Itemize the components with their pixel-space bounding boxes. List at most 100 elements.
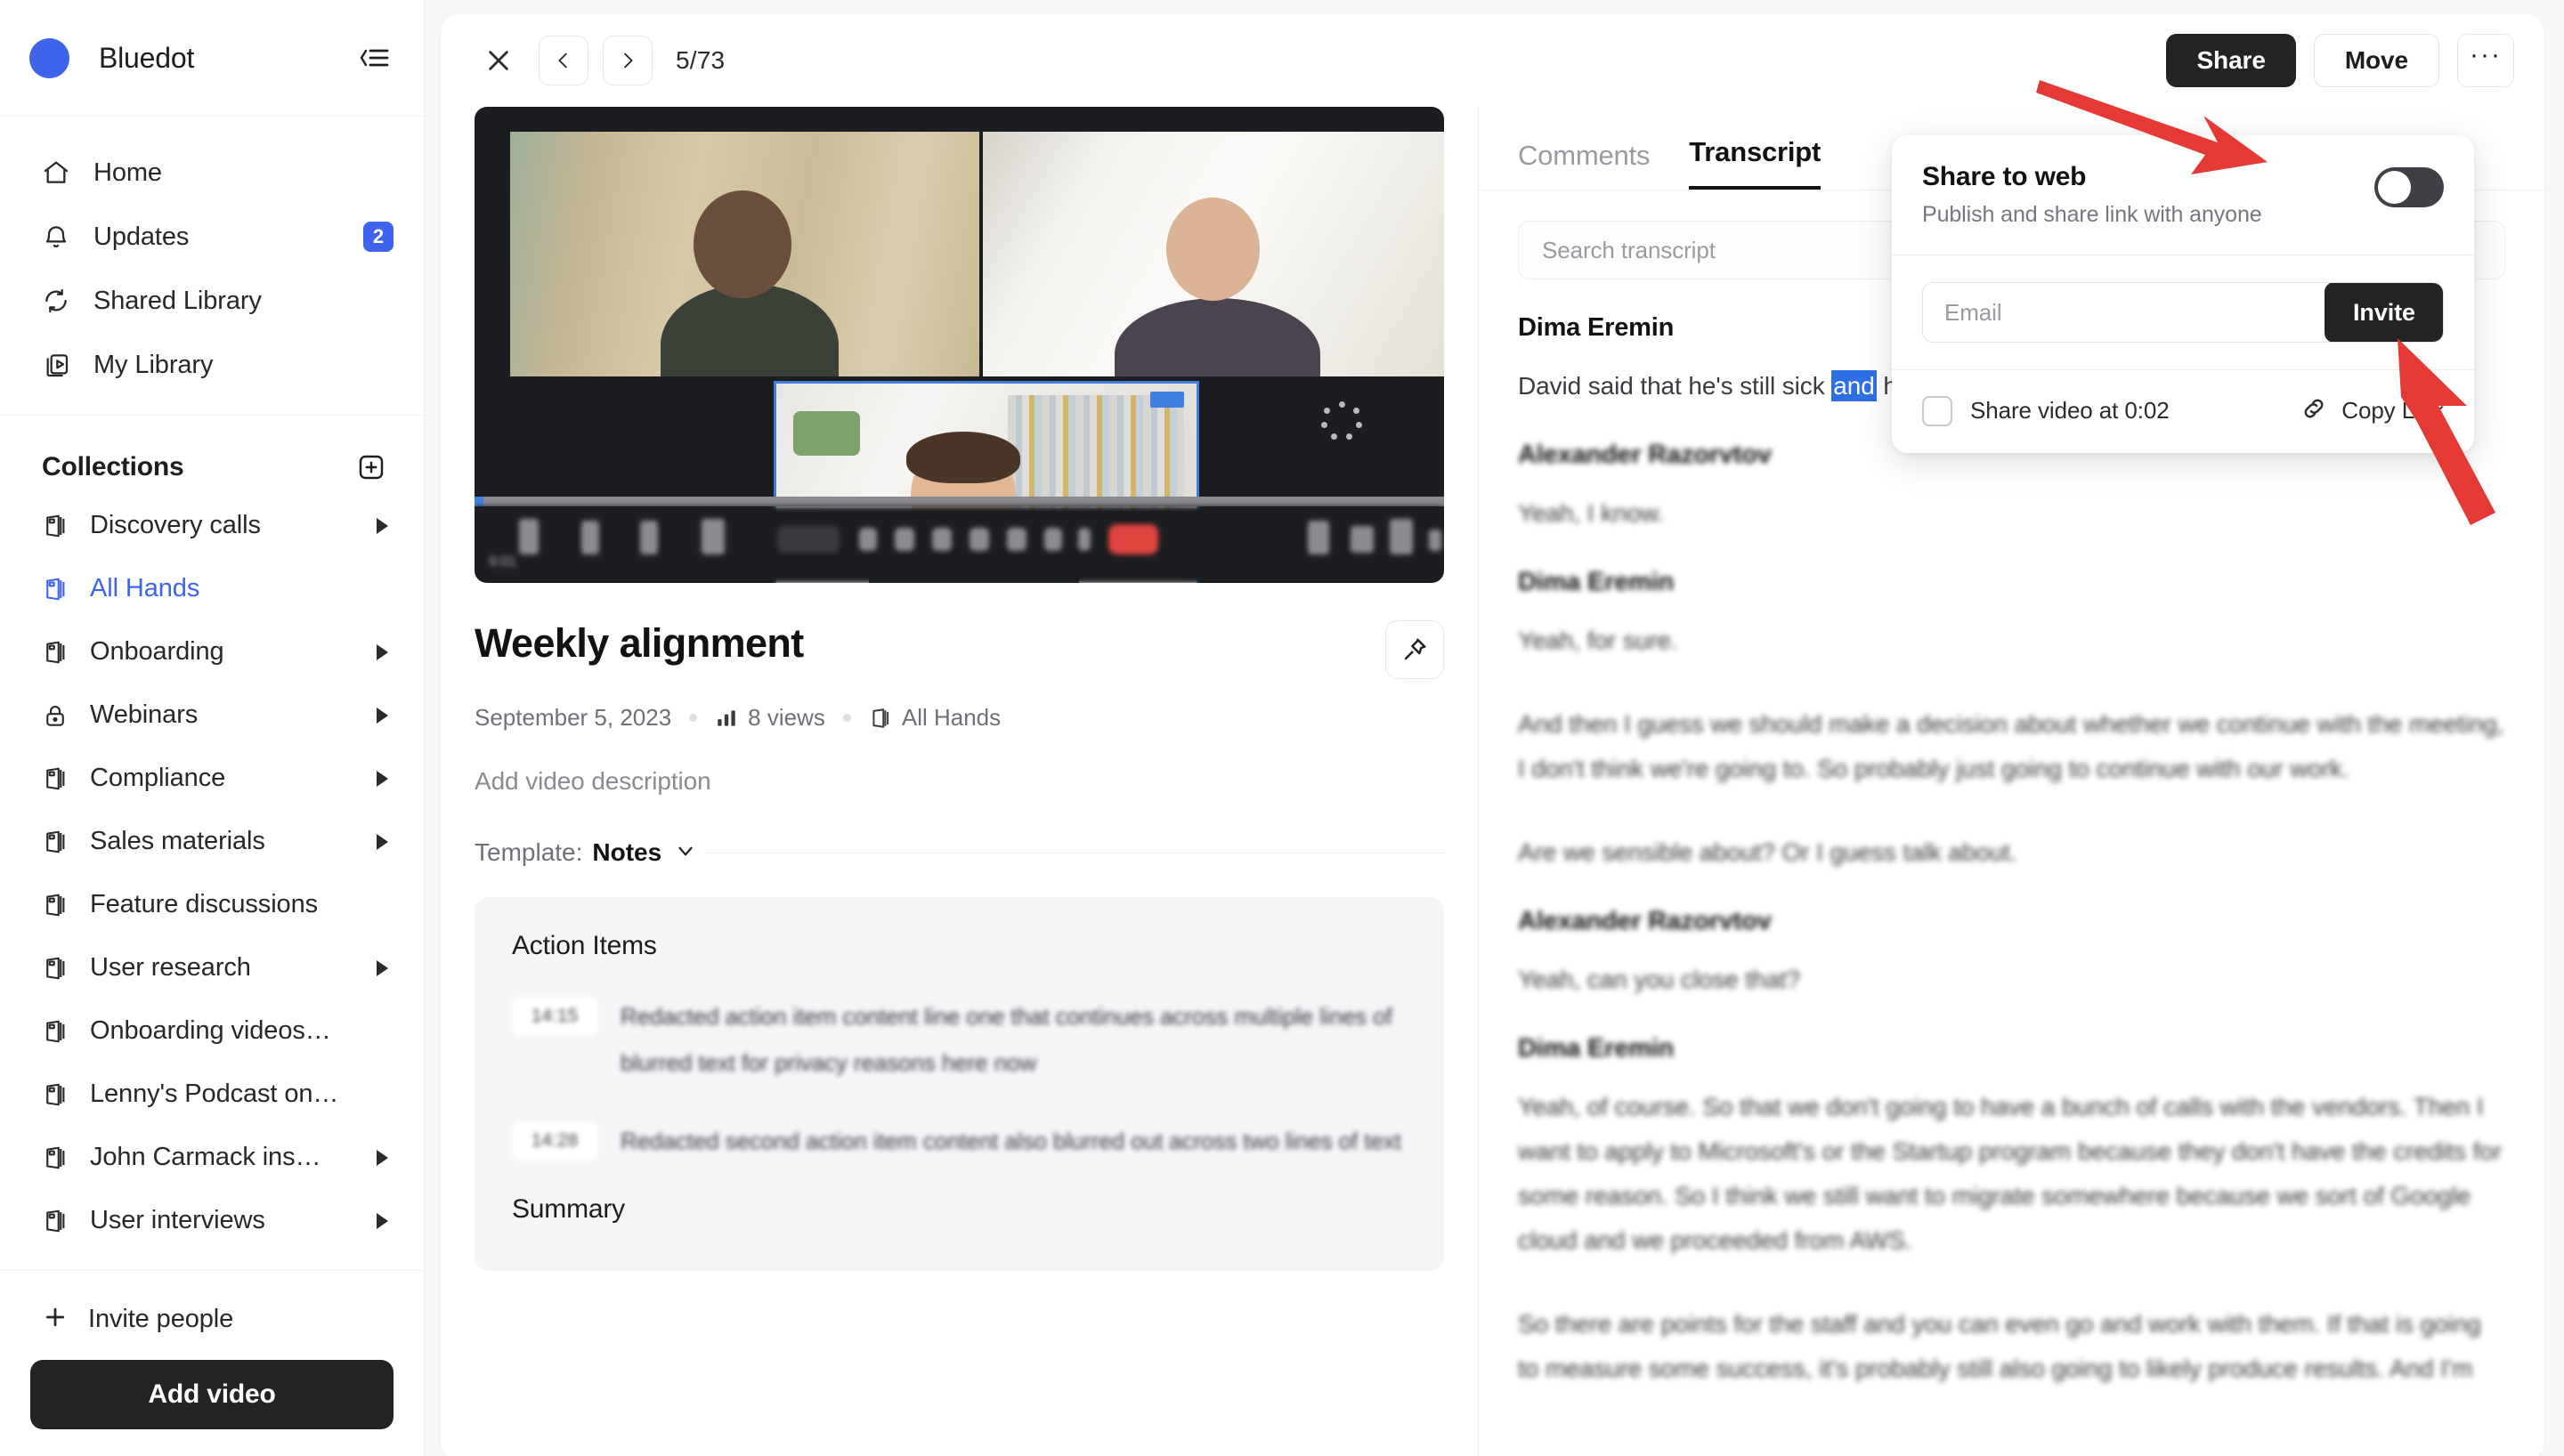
sidebar-item-shared-library[interactable]: Shared Library [0, 269, 424, 333]
action-item-timestamp[interactable]: 14:15 [512, 997, 597, 1036]
chevron-right-icon[interactable] [377, 771, 388, 787]
add-video-button[interactable]: Add video [30, 1360, 394, 1429]
share-button[interactable]: Share [2166, 34, 2295, 87]
collection-item-john-carmack[interactable]: John Carmack ins… [0, 1126, 424, 1189]
transcript-list[interactable]: Dima Eremin David said that he's still s… [1479, 279, 2544, 1456]
share-video-at-checkbox[interactable] [1922, 396, 1952, 426]
collection-item-all-hands[interactable]: All Hands [0, 557, 424, 620]
home-icon [42, 158, 77, 187]
action-item-timestamp[interactable]: 14:28 [512, 1121, 597, 1161]
video-description-input[interactable]: Add video description [475, 767, 1444, 796]
link-icon [2300, 395, 2327, 426]
collection-item-label: Onboarding videos… [90, 1016, 388, 1046]
collection-item-user-interviews[interactable]: User interviews [0, 1189, 424, 1252]
video-progress-bar[interactable] [475, 497, 1444, 506]
sidebar-footer: Invite people Add video [0, 1271, 424, 1456]
sidebar-nav: Home Updates 2 Shared Library My Librar [0, 117, 424, 416]
chevron-right-icon[interactable] [377, 644, 388, 660]
content-topbar: 5/73 Share Move ··· [441, 14, 2544, 107]
video-library-icon [42, 351, 77, 379]
chevron-right-icon[interactable] [377, 834, 388, 850]
email-field[interactable]: Email [1923, 283, 2325, 342]
video-date: September 5, 2023 [475, 704, 671, 732]
sidebar-item-home[interactable]: Home [0, 141, 424, 205]
collections-title: Collections [42, 452, 354, 482]
share-to-web-subtitle: Publish and share link with anyone [1922, 202, 2374, 228]
collection-item-label: All Hands [90, 574, 388, 603]
tab-comments[interactable]: Comments [1518, 140, 1650, 190]
template-label: Template: [475, 838, 582, 867]
collapse-sidebar-icon[interactable] [354, 42, 394, 74]
sidebar-brand: Bluedot [0, 0, 424, 117]
collection-item-feature-discussions[interactable]: Feature discussions [0, 873, 424, 936]
transcript-highlight: and [1831, 370, 1876, 401]
transcript-line: Yeah, of course. So that we don't going … [1518, 1085, 2505, 1263]
collection-item-discovery-calls[interactable]: Discovery calls [0, 494, 424, 557]
video-collection: All Hands [902, 704, 1001, 732]
chevron-right-icon[interactable] [377, 960, 388, 976]
collection-item-user-research[interactable]: User research [0, 936, 424, 999]
share-to-web-toggle[interactable] [2374, 167, 2444, 207]
collection-icon [42, 639, 72, 666]
collection-icon [42, 892, 72, 918]
collection-icon [42, 513, 72, 539]
collection-icon [42, 1018, 72, 1045]
tab-transcript[interactable]: Transcript [1689, 136, 1821, 190]
plus-box-icon[interactable] [354, 450, 388, 484]
action-item[interactable]: 14:15 Redacted action item content line … [512, 993, 1407, 1086]
transcript-line: And then I guess we should make a decisi… [1518, 702, 2505, 791]
sidebar-item-updates[interactable]: Updates 2 [0, 205, 424, 269]
invite-button[interactable]: Invite [2325, 282, 2444, 343]
move-button[interactable]: Move [2314, 34, 2439, 87]
video-metadata: September 5, 2023 8 views All Hands [475, 704, 1444, 732]
invite-people-button[interactable]: Invite people [30, 1290, 394, 1347]
copy-link-button[interactable]: Copy Link [2300, 395, 2444, 426]
collection-item-onboarding[interactable]: Onboarding [0, 620, 424, 684]
video-title-row: Weekly alignment [475, 620, 1444, 679]
share-to-web-section: Share to web Publish and share link with… [1892, 135, 2474, 255]
sidebar-item-my-library[interactable]: My Library [0, 333, 424, 397]
app-root: Bluedot Home Updates 2 [0, 0, 2564, 1456]
next-video-button[interactable] [603, 36, 653, 85]
loading-spinner-icon [1321, 401, 1362, 442]
sidebar: Bluedot Home Updates 2 [0, 0, 425, 1456]
plus-icon [42, 1304, 69, 1335]
close-icon[interactable] [475, 36, 523, 85]
copy-link-label: Copy Link [2341, 397, 2444, 425]
more-options-button[interactable]: ··· [2457, 34, 2514, 87]
chevron-down-icon[interactable] [674, 839, 697, 867]
collection-item-compliance[interactable]: Compliance [0, 747, 424, 810]
pin-icon[interactable] [1385, 620, 1444, 679]
chevron-right-icon[interactable] [377, 1150, 388, 1166]
transcript-speaker: Alexander Razorvtov [1518, 907, 2505, 936]
video-controls-bar[interactable]: 9:01 [475, 506, 1444, 583]
collections-header: Collections [0, 441, 424, 494]
transcript-speaker: Dima Eremin [1518, 1034, 2505, 1064]
collection-icon [42, 1145, 72, 1171]
chevron-right-icon[interactable] [377, 708, 388, 724]
action-item[interactable]: 14:28 Redacted second action item conten… [512, 1118, 1407, 1164]
main-area: 5/73 Share Move ··· [425, 0, 2564, 1456]
chevron-right-icon[interactable] [377, 518, 388, 534]
collection-item-label: Compliance [90, 764, 377, 793]
collection-item-onboarding-videos[interactable]: Onboarding videos… [0, 999, 424, 1063]
video-player[interactable]: 9:01 [475, 107, 1444, 583]
share-options-section: Share video at 0:02 Copy Link [1892, 370, 2474, 453]
bar-chart-icon [715, 707, 738, 730]
collection-item-lennys-podcast[interactable]: Lenny's Podcast on… [0, 1063, 424, 1126]
prev-video-button[interactable] [539, 36, 588, 85]
page-title: Weekly alignment [475, 620, 1385, 667]
template-selector: Template: Notes [475, 838, 1444, 867]
collection-item-label: Discovery calls [90, 511, 377, 540]
sidebar-item-label: Shared Library [93, 287, 394, 316]
collection-item-webinars[interactable]: Webinars [0, 684, 424, 747]
chevron-right-icon[interactable] [377, 1213, 388, 1229]
video-counter: 5/73 [676, 46, 725, 75]
bell-icon [42, 222, 77, 251]
transcript-line: So there are points for the staff and yo… [1518, 1302, 2505, 1391]
template-value[interactable]: Notes [592, 838, 661, 867]
transcript-line: Are we sensible about? Or I guess talk a… [1518, 830, 2505, 875]
collection-icon [42, 765, 72, 792]
collection-item-sales-materials[interactable]: Sales materials [0, 810, 424, 873]
meta-separator [843, 714, 851, 722]
